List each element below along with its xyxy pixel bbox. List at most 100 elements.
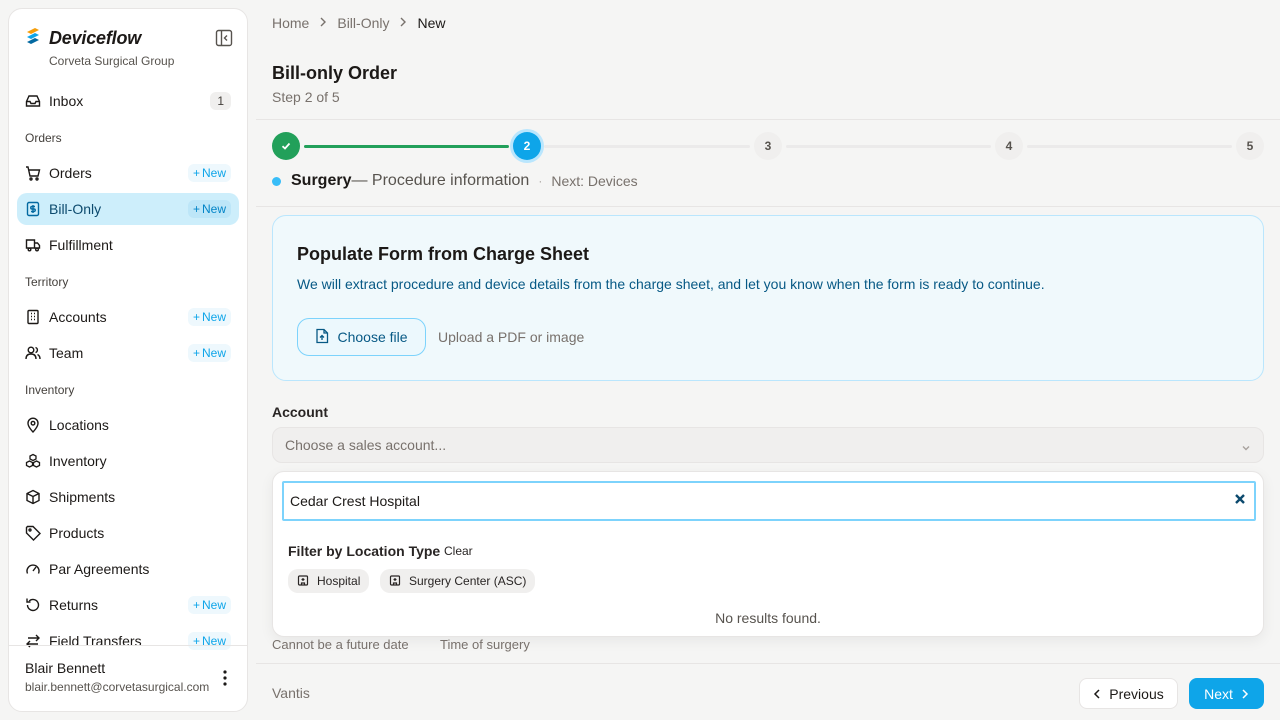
tag-icon [25,525,41,541]
user-profile[interactable]: Blair Bennett blair.bennett@corvetasurgi… [9,645,247,711]
step-4[interactable]: 4 [995,132,1023,160]
breadcrumb-bill-only[interactable]: Bill-Only [337,15,389,31]
inbox-icon [25,93,41,109]
file-upload-icon [315,328,329,347]
stepper: 2 3 4 5 [272,132,1264,160]
cart-icon [25,165,41,181]
sidebar-item-label: Inbox [49,93,84,109]
section-label-orders: Orders [25,131,62,145]
status-dot [272,176,281,186]
sidebar-item-accounts[interactable]: Accounts + New [17,301,239,333]
charge-sheet-panel: Populate Form from Charge Sheet We will … [272,215,1264,381]
sidebar-item-label: Bill-Only [49,201,102,217]
step-1-complete[interactable] [272,132,300,160]
divider [256,119,1280,120]
close-icon[interactable] [1233,492,1247,506]
next-label: Next [1204,685,1233,702]
account-search-input[interactable] [282,481,1256,521]
filter-chip-surgery-center[interactable]: Surgery Center (ASC) [380,569,536,593]
breadcrumb: Home Bill-Only New [272,15,446,31]
next-button[interactable]: Next [1189,678,1264,709]
section-label-inventory: Inventory [25,383,75,397]
sidebar-item-label: Par Agreements [49,561,150,577]
charge-sheet-description: We will extract procedure and device det… [297,276,1045,292]
sidebar: Deviceflow Corveta Surgical Group Inbox … [8,8,248,712]
sidebar-item-label: Locations [49,417,109,433]
date-field-hint: Cannot be a future date [272,637,409,652]
sidebar-item-orders[interactable]: Orders + New [17,157,239,189]
divider [256,206,1280,207]
truck-icon [25,237,41,253]
step-5[interactable]: 5 [1236,132,1264,160]
step-2-current[interactable]: 2 [513,132,541,160]
new-label: New [201,346,226,360]
new-account-button[interactable]: + New [187,308,231,326]
more-vertical-icon[interactable] [217,668,233,688]
sidebar-nav: Inbox 1 Orders Orders + New Bill-Only + Ne… [17,85,239,661]
new-return-button[interactable]: + New [187,596,231,614]
sidebar-item-team[interactable]: Team + New [17,337,239,369]
new-team-member-button[interactable]: + New [187,344,231,362]
map-pin-icon [25,417,41,433]
chevron-left-icon [1093,686,1101,702]
organization-name: Corveta Surgical Group [49,54,175,68]
section-label-territory: Territory [25,275,69,289]
receipt-icon [25,201,41,217]
next-step-label: Next: Devices [551,173,638,189]
filter-chip-hospital[interactable]: Hospital [288,569,370,593]
footer-brand: Vantis [272,685,310,701]
sidebar-item-par-agreements[interactable]: Par Agreements [17,553,239,585]
current-step-name: Surgery [291,172,352,189]
sidebar-item-products[interactable]: Products [17,517,239,549]
filter-title: Filter by Location Type [288,543,441,559]
sidebar-item-inbox[interactable]: Inbox 1 [17,85,239,117]
package-icon [25,489,41,505]
previous-label: Previous [1109,685,1164,702]
brand-name: Deviceflow [49,28,142,48]
chevron-right-icon [319,16,327,30]
current-step-detail: — Procedure information [351,172,530,189]
hospital-icon [389,574,401,589]
charge-sheet-title: Populate Form from Charge Sheet [297,244,590,264]
upload-hint: Upload a PDF or image [438,329,585,345]
breadcrumb-current: New [417,15,446,31]
stepper-connector [544,144,750,148]
stepper-connector [304,144,509,148]
new-bill-only-button[interactable]: + New [187,200,231,218]
rotate-ccw-icon [25,597,41,613]
sidebar-item-label: Orders [49,165,92,181]
chevron-right-icon [1241,686,1249,702]
collapse-sidebar-icon[interactable] [215,29,233,47]
no-results-message: No results found. [715,610,821,626]
choose-file-button[interactable]: Choose file [297,318,426,356]
sidebar-item-shipments[interactable]: Shipments [17,481,239,513]
check-icon [281,142,291,150]
sidebar-item-locations[interactable]: Locations [17,409,239,441]
sidebar-item-label: Inventory [49,453,107,469]
sidebar-item-bill-only[interactable]: Bill-Only + New [17,193,239,225]
sidebar-item-label: Products [49,525,105,541]
chevron-right-icon [399,16,407,30]
inbox-count-badge: 1 [210,92,231,110]
sidebar-item-inventory[interactable]: Inventory [17,445,239,477]
breadcrumb-home[interactable]: Home [272,15,309,31]
user-email: blair.bennett@corvetasurgical.com [25,680,210,694]
sidebar-item-fulfillment[interactable]: Fulfillment [17,229,239,261]
brand[interactable]: Deviceflow [25,27,141,50]
current-step-description: Surgery — Procedure information · Next: … [272,172,638,190]
chip-label: Surgery Center (ASC) [409,574,527,588]
sidebar-item-returns[interactable]: Returns + New [17,589,239,621]
clear-filter-button[interactable]: Clear [444,544,473,558]
account-select[interactable]: Choose a sales account... [272,427,1264,463]
previous-button[interactable]: Previous [1079,678,1178,709]
chip-label: Hospital [317,574,361,588]
step-3[interactable]: 3 [754,132,782,160]
gauge-icon [25,561,41,577]
sidebar-item-label: Fulfillment [49,237,113,253]
stepper-connector [786,144,991,148]
chevron-down-icon [1241,440,1251,458]
sidebar-item-label: Accounts [49,309,107,325]
new-order-button[interactable]: + New [187,164,231,182]
plus-icon: + [192,202,200,216]
account-label: Account [272,404,328,420]
